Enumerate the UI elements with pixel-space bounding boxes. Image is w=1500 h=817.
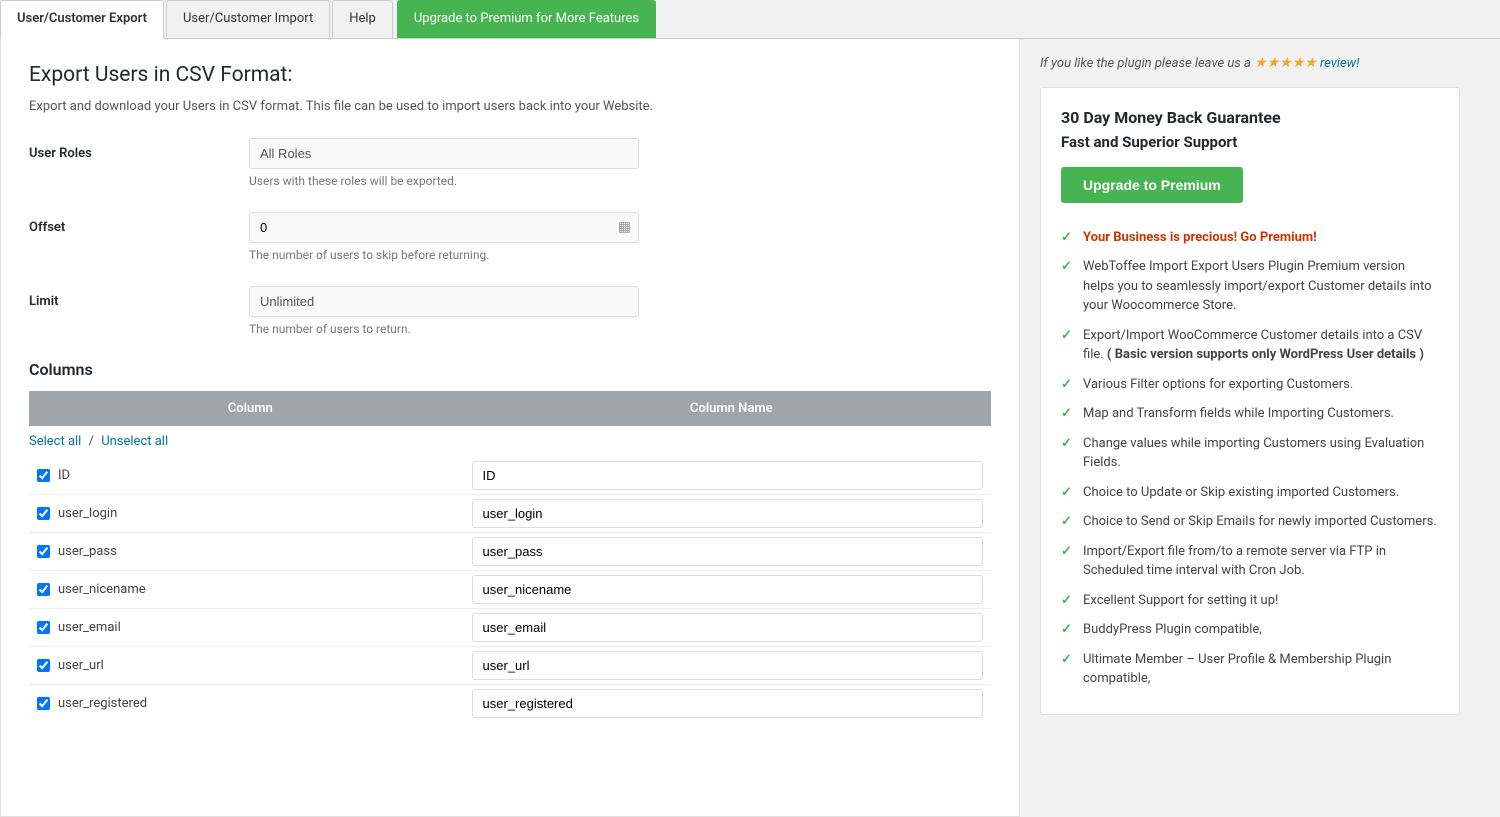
offset-input-wrap: ▦ bbox=[249, 212, 639, 243]
user-roles-field-wrap: Users with these roles will be exported. bbox=[249, 138, 991, 188]
col-name-input[interactable] bbox=[472, 461, 983, 490]
user-roles-label: User Roles bbox=[29, 138, 249, 161]
page-title: Export Users in CSV Format: bbox=[29, 63, 991, 87]
tab-upgrade[interactable]: Upgrade to Premium for More Features bbox=[397, 0, 656, 38]
col-id-label: user_registered bbox=[58, 696, 147, 711]
list-item: Your Business is precious! Go Premium! bbox=[1061, 223, 1439, 253]
select-all-link[interactable]: Select all bbox=[29, 434, 81, 449]
tabs-bar: User/Customer Export User/Customer Impor… bbox=[0, 0, 1500, 39]
col-checkbox[interactable] bbox=[37, 469, 50, 482]
columns-section: Columns Column Column Name Select all / … bbox=[29, 360, 991, 722]
col-check-label[interactable]: user_login bbox=[29, 500, 472, 527]
table-row: user_pass bbox=[29, 533, 991, 571]
left-panel: Export Users in CSV Format: Export and d… bbox=[0, 39, 1020, 817]
feature-list: Your Business is precious! Go Premium!We… bbox=[1061, 223, 1439, 694]
columns-table: Column Column Name bbox=[29, 391, 991, 426]
review-notice-text: If you like the plugin please leave us a bbox=[1040, 56, 1251, 71]
table-row: ID bbox=[29, 457, 991, 495]
column-header-name: Column Name bbox=[472, 391, 991, 426]
col-name-input[interactable] bbox=[472, 651, 983, 680]
col-checkbox[interactable] bbox=[37, 545, 50, 558]
separator: / bbox=[89, 434, 94, 449]
columns-table-header: Column Column Name bbox=[29, 391, 991, 426]
list-item: Import/Export file from/to a remote serv… bbox=[1061, 537, 1439, 586]
upgrade-premium-button[interactable]: Upgrade to Premium bbox=[1061, 167, 1243, 203]
col-checkbox[interactable] bbox=[37, 583, 50, 596]
col-name-input[interactable] bbox=[472, 537, 983, 566]
list-item: BuddyPress Plugin compatible, bbox=[1061, 615, 1439, 645]
col-name-input[interactable] bbox=[472, 499, 983, 528]
col-check-label[interactable]: user_email bbox=[29, 614, 472, 641]
user-roles-hint: Users with these roles will be exported. bbox=[249, 174, 991, 188]
tab-help[interactable]: Help bbox=[332, 0, 393, 38]
list-item: WebToffee Import Export Users Plugin Pre… bbox=[1061, 252, 1439, 321]
col-id-label: ID bbox=[58, 468, 70, 483]
col-id-label: user_pass bbox=[58, 544, 117, 559]
review-notice: If you like the plugin please leave us a… bbox=[1040, 55, 1460, 71]
table-row: user_registered bbox=[29, 685, 991, 722]
col-checkbox[interactable] bbox=[37, 659, 50, 672]
col-name-input[interactable] bbox=[472, 575, 983, 604]
unselect-all-link[interactable]: Unselect all bbox=[101, 434, 168, 449]
col-checkbox[interactable] bbox=[37, 621, 50, 634]
list-item: Map and Transform fields while Importing… bbox=[1061, 399, 1439, 429]
tab-import[interactable]: User/Customer Import bbox=[166, 0, 330, 38]
limit-label: Limit bbox=[29, 286, 249, 309]
list-item: Change values while importing Customers … bbox=[1061, 429, 1439, 478]
calendar-icon: ▦ bbox=[618, 219, 631, 235]
list-item: Export/Import WooCommerce Customer detai… bbox=[1061, 321, 1439, 370]
offset-input[interactable] bbox=[249, 212, 639, 243]
table-row: user_login bbox=[29, 495, 991, 533]
col-check-label[interactable]: ID bbox=[29, 462, 472, 489]
right-panel: If you like the plugin please leave us a… bbox=[1020, 39, 1480, 817]
col-id-label: user_url bbox=[58, 658, 104, 673]
col-checkbox[interactable] bbox=[37, 507, 50, 520]
col-check-label[interactable]: user_url bbox=[29, 652, 472, 679]
user-roles-input[interactable] bbox=[249, 138, 639, 169]
promo-guarantee: 30 Day Money Back Guarantee bbox=[1061, 108, 1439, 127]
col-id-label: user_nicename bbox=[58, 582, 146, 597]
page-description: Export and download your Users in CSV fo… bbox=[29, 99, 991, 114]
col-id-label: user_email bbox=[58, 620, 121, 635]
list-item: Ultimate Member – User Profile & Members… bbox=[1061, 645, 1439, 694]
limit-hint: The number of users to return. bbox=[249, 322, 991, 336]
promo-card: 30 Day Money Back Guarantee Fast and Sup… bbox=[1040, 87, 1460, 715]
col-check-label[interactable]: user_registered bbox=[29, 690, 472, 717]
offset-hint: The number of users to skip before retur… bbox=[249, 248, 991, 262]
table-row: user_email bbox=[29, 609, 991, 647]
review-link[interactable]: review! bbox=[1320, 56, 1359, 71]
column-rows-container: ID user_login user_pass user_nicename user_e… bbox=[29, 457, 991, 722]
col-name-input[interactable] bbox=[472, 613, 983, 642]
review-stars: ★★★★★ bbox=[1254, 55, 1317, 71]
list-item: Various Filter options for exporting Cus… bbox=[1061, 370, 1439, 400]
col-name-input[interactable] bbox=[472, 689, 983, 718]
offset-field-wrap: ▦ The number of users to skip before ret… bbox=[249, 212, 991, 262]
list-item: Excellent Support for setting it up! bbox=[1061, 586, 1439, 616]
list-item: Choice to Send or Skip Emails for newly … bbox=[1061, 507, 1439, 537]
col-check-label[interactable]: user_pass bbox=[29, 538, 472, 565]
table-row: user_nicename bbox=[29, 571, 991, 609]
limit-input[interactable] bbox=[249, 286, 639, 317]
limit-row: Limit The number of users to return. bbox=[29, 286, 991, 336]
offset-label: Offset bbox=[29, 212, 249, 235]
offset-row: Offset ▦ The number of users to skip bef… bbox=[29, 212, 991, 262]
col-check-label[interactable]: user_nicename bbox=[29, 576, 472, 603]
list-item: Choice to Update or Skip existing import… bbox=[1061, 478, 1439, 508]
main-content: Export Users in CSV Format: Export and d… bbox=[0, 39, 1500, 817]
promo-support: Fast and Superior Support bbox=[1061, 133, 1439, 151]
col-checkbox[interactable] bbox=[37, 697, 50, 710]
col-id-label: user_login bbox=[58, 506, 117, 521]
columns-section-title: Columns bbox=[29, 360, 991, 379]
select-links: Select all / Unselect all bbox=[29, 434, 991, 449]
tab-export[interactable]: User/Customer Export bbox=[0, 0, 164, 39]
user-roles-row: User Roles Users with these roles will b… bbox=[29, 138, 991, 188]
table-row: user_url bbox=[29, 647, 991, 685]
page-wrapper: User/Customer Export User/Customer Impor… bbox=[0, 0, 1500, 817]
column-header-col: Column bbox=[29, 391, 472, 426]
limit-field-wrap: The number of users to return. bbox=[249, 286, 991, 336]
